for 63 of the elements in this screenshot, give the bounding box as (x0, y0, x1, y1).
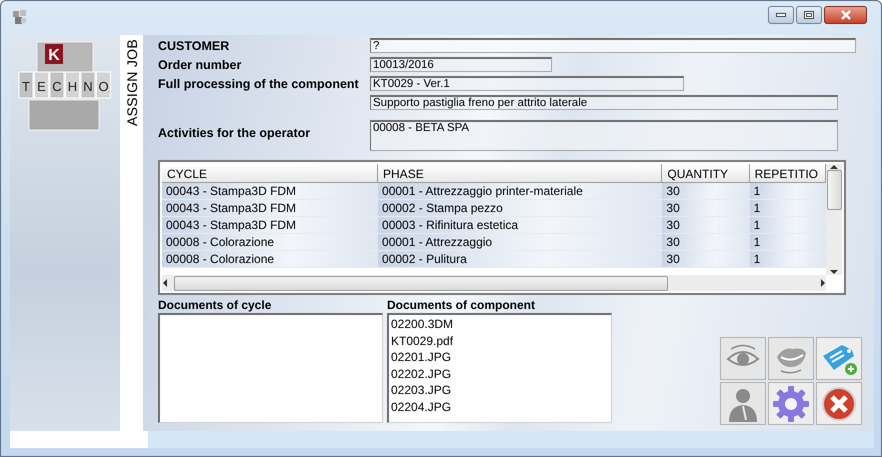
text-field[interactable]: Supporto pastiglia freno per attrito laterale (370, 95, 838, 110)
field-label: Full processing of the component (158, 77, 359, 91)
text-field[interactable]: KT0029 - Ver.1 (370, 76, 684, 91)
table-cell: 1 (750, 183, 826, 200)
techno-logo: K T E C H N O (17, 38, 113, 138)
column-header[interactable]: CYCLE (162, 164, 378, 183)
table-cell: 00003 - Rifinitura estetica (378, 217, 662, 234)
documents-list[interactable]: 02200.3DM KT0029.pdf 02201.JPG 02202.JPG 02203.JPG 02204.JPG (387, 313, 612, 423)
table-cell: 1 (750, 217, 826, 234)
list-item[interactable]: 02200.3DM (391, 316, 609, 332)
vertical-scrollbar[interactable] (826, 164, 842, 275)
table-cell: 00043 - Stampa3D FDM (162, 217, 378, 234)
close-icon (840, 10, 852, 20)
table-cell: 30 (662, 217, 750, 234)
table-cell: 1 (750, 200, 826, 217)
minimize-button[interactable] (768, 6, 794, 24)
list-label: Documents of component (387, 298, 536, 313)
table-cell: 00008 - Colorazione (162, 251, 378, 268)
scroll-right-arrow-icon[interactable] (818, 279, 826, 287)
table-cell: 30 (662, 251, 750, 268)
side-title: ASSIGN JOB (124, 39, 140, 126)
close-button[interactable] (816, 382, 862, 425)
table-cell: 00001 - Attrezzaggio (378, 234, 662, 251)
column-header[interactable]: REPETITIO (750, 164, 826, 183)
minimize-icon (776, 13, 786, 17)
scroll-left-arrow-icon[interactable] (162, 279, 170, 287)
table-cell: 1 (750, 234, 826, 251)
maximize-icon (804, 11, 814, 19)
column-header[interactable]: QUANTITY (662, 164, 750, 183)
horizontal-scrollbar[interactable] (162, 275, 826, 291)
gear-button[interactable] (768, 382, 814, 425)
table-cell: 00002 - Stampa pezzo (378, 200, 662, 217)
gear-icon (772, 384, 810, 422)
close-icon (821, 386, 857, 422)
table-cell: 30 (662, 200, 750, 217)
text-field[interactable]: ? (370, 38, 856, 53)
table-cell: 1 (750, 251, 826, 268)
table-cell: 00043 - Stampa3D FDM (162, 200, 378, 217)
table-cell: 30 (662, 234, 750, 251)
close-button[interactable] (824, 6, 867, 24)
table-cell: 00001 - Attrezzaggio printer-materiale (378, 183, 662, 200)
list-item[interactable]: KT0029.pdf (391, 332, 609, 349)
list-item[interactable]: 02204.JPG (391, 398, 609, 415)
maximize-button[interactable] (796, 6, 822, 24)
app-icon (12, 9, 28, 25)
text-field[interactable]: 10013/2016 (370, 57, 552, 72)
text-field[interactable]: 00008 - BETA SPA (370, 120, 838, 151)
scroll-up-arrow-icon[interactable] (830, 164, 838, 170)
table-cell: 00002 - Pulitura (378, 251, 662, 268)
table-cell: 00043 - Stampa3D FDM (162, 183, 378, 200)
tag-add-button[interactable] (816, 337, 862, 380)
field-label: Order number (158, 58, 242, 72)
list-item[interactable]: 02202.JPG (391, 366, 609, 382)
scroll-down-arrow-icon[interactable] (830, 269, 838, 275)
list-item[interactable]: 02203.JPG (391, 382, 609, 398)
documents-list[interactable] (158, 313, 383, 423)
column-header[interactable]: PHASE (378, 164, 662, 183)
field-label: Activities for the operator (158, 126, 310, 140)
table-cell: 00008 - Colorazione (162, 234, 378, 251)
list-item[interactable]: 02201.JPG (391, 349, 609, 366)
field-label: CUSTOMER (158, 39, 230, 53)
table-cell: 30 (662, 183, 750, 200)
list-label: Documents of cycle (158, 298, 272, 313)
